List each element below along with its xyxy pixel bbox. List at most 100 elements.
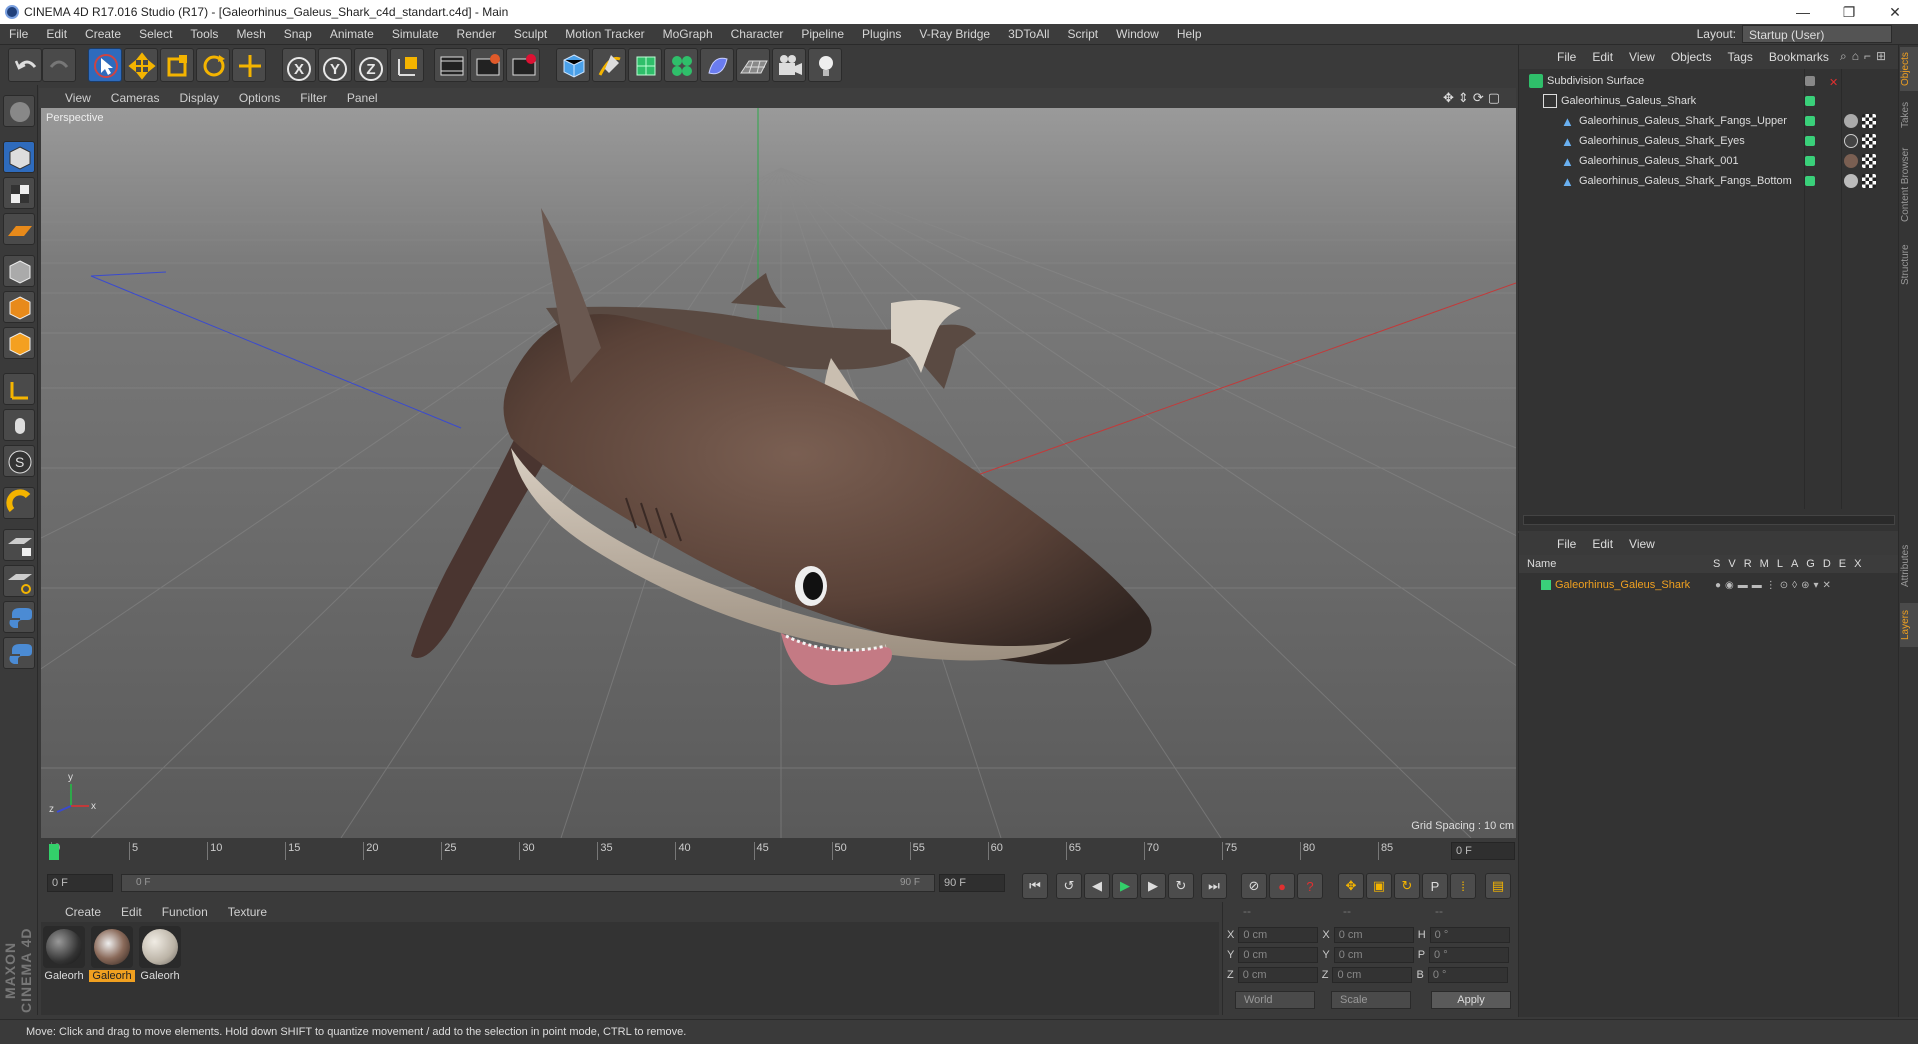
rot-p-field[interactable]: 0 °	[1429, 947, 1510, 963]
layer-color-swatch[interactable]	[1805, 116, 1815, 126]
disabled-x-icon[interactable]: ✕	[1829, 76, 1841, 89]
menu-pipeline[interactable]: Pipeline	[792, 27, 853, 41]
tab-attributes[interactable]: Attributes	[1900, 533, 1918, 599]
material-menu-function[interactable]: Function	[152, 905, 218, 919]
pos-z-field[interactable]: 0 cm	[1237, 967, 1318, 983]
cloner-icon[interactable]	[664, 48, 698, 82]
restore-button[interactable]: ❐	[1826, 0, 1872, 24]
menu-3dtoall[interactable]: 3DToAll	[999, 27, 1058, 41]
play-icon[interactable]: ▶	[1112, 873, 1138, 899]
camera-icon[interactable]	[772, 48, 806, 82]
rot-b-field[interactable]: 0 °	[1427, 967, 1508, 983]
light-icon[interactable]	[808, 48, 842, 82]
y-axis-lock-icon[interactable]: Y	[318, 48, 352, 82]
layer-color-swatch[interactable]	[1541, 580, 1551, 590]
key-pla-icon[interactable]: ⁞	[1450, 873, 1476, 899]
viewport-nav-icons[interactable]: ✥⇕⟳▢	[1443, 90, 1504, 106]
tree-row-shark-null[interactable]: Galeorhinus_Galeus_Shark	[1519, 91, 1899, 111]
start-frame-field[interactable]: 0 F	[47, 874, 113, 892]
menu-plugins[interactable]: Plugins	[853, 27, 910, 41]
pos-y-field[interactable]: 0 cm	[1238, 947, 1319, 963]
size-y-field[interactable]: 0 cm	[1333, 947, 1414, 963]
edges-mode-icon[interactable]	[3, 291, 35, 323]
viewport-menu-panel[interactable]: Panel	[337, 91, 388, 105]
layer-color-swatch[interactable]	[1805, 76, 1815, 86]
apply-button[interactable]: Apply	[1431, 991, 1511, 1009]
objects-menu-file[interactable]: File	[1549, 50, 1584, 64]
size-x-field[interactable]: 0 cm	[1333, 927, 1414, 943]
polygons-mode-icon[interactable]	[3, 327, 35, 359]
menu-motion-tracker[interactable]: Motion Tracker	[556, 27, 653, 41]
pos-x-field[interactable]: 0 cm	[1238, 927, 1319, 943]
end-frame-field[interactable]: 90 F	[939, 874, 1005, 892]
rot-h-field[interactable]: 0 °	[1429, 927, 1510, 943]
tab-structure[interactable]: Structure	[1900, 235, 1918, 295]
layers-menu-file[interactable]: File	[1549, 537, 1584, 551]
minimize-button[interactable]: —	[1780, 0, 1826, 24]
objects-horizontal-scrollbar[interactable]	[1523, 515, 1895, 525]
move-tool-icon[interactable]	[124, 48, 158, 82]
go-to-start-icon[interactable]: ⏮	[1022, 873, 1048, 899]
tab-layers[interactable]: Layers	[1900, 603, 1918, 647]
auto-key-icon[interactable]: ●	[1269, 873, 1295, 899]
coordinate-system-icon[interactable]	[390, 48, 424, 82]
scale-tool-icon[interactable]	[160, 48, 194, 82]
menu-window[interactable]: Window	[1107, 27, 1168, 41]
frame-range-slider[interactable]: 0 F 90 F	[121, 874, 935, 892]
menu-help[interactable]: Help	[1168, 27, 1211, 41]
menu-script[interactable]: Script	[1058, 27, 1107, 41]
menu-sculpt[interactable]: Sculpt	[505, 27, 556, 41]
material-menu-texture[interactable]: Texture	[218, 905, 277, 919]
previous-frame-icon[interactable]: ◀	[1084, 873, 1110, 899]
menu-mograph[interactable]: MoGraph	[654, 27, 722, 41]
menu-tools[interactable]: Tools	[181, 27, 227, 41]
tab-objects[interactable]: Objects	[1900, 47, 1918, 91]
record-keys-icon[interactable]: ⊘	[1241, 873, 1267, 899]
floor-icon[interactable]	[736, 48, 770, 82]
coord-system-dropdown[interactable]: World	[1235, 991, 1315, 1009]
layer-color-swatch[interactable]	[1805, 156, 1815, 166]
timeline-window-icon[interactable]: ▤	[1485, 873, 1511, 899]
next-frame-icon[interactable]: ▶	[1140, 873, 1166, 899]
viewport-menu-view[interactable]: View	[55, 91, 101, 105]
tree-row-eyes[interactable]: ▲ Galeorhinus_Galeus_Shark_Eyes	[1519, 131, 1899, 151]
layers-menu-edit[interactable]: Edit	[1584, 537, 1621, 551]
model-mode-icon[interactable]	[3, 141, 35, 173]
key-scale-icon[interactable]: ▣	[1366, 873, 1392, 899]
layer-col-locked[interactable]: L	[1777, 558, 1783, 570]
next-key-icon[interactable]: ↻	[1168, 873, 1194, 899]
menu-vray-bridge[interactable]: V-Ray Bridge	[910, 27, 999, 41]
menu-mesh[interactable]: Mesh	[227, 27, 274, 41]
timeline-ruler[interactable]: 051015202530354045505560657075808590 0 F	[41, 840, 1516, 862]
menu-snap[interactable]: Snap	[275, 27, 321, 41]
menu-edit[interactable]: Edit	[37, 27, 76, 41]
objects-menu-objects[interactable]: Objects	[1663, 50, 1720, 64]
key-rotation-icon[interactable]: ↻	[1394, 873, 1420, 899]
make-editable-icon[interactable]	[3, 95, 35, 127]
previous-key-icon[interactable]: ↺	[1056, 873, 1082, 899]
layout-dropdown[interactable]: Startup (User)	[1742, 25, 1892, 43]
cube-object-icon[interactable]	[556, 48, 590, 82]
python-script-icon[interactable]	[3, 601, 35, 633]
layer-flag-icons[interactable]: ●◉▬▬⋮⊙◊⊛▾✕	[1715, 580, 1835, 591]
layer-col-deformers[interactable]: D	[1823, 558, 1831, 570]
layer-row[interactable]: Galeorhinus_Galeus_Shark ●◉▬▬⋮⊙◊⊛▾✕	[1519, 575, 1899, 595]
keyframe-selection-icon[interactable]: ?	[1297, 873, 1323, 899]
undo-icon[interactable]	[8, 48, 42, 82]
menu-character[interactable]: Character	[722, 27, 793, 41]
layer-col-generators[interactable]: G	[1806, 558, 1815, 570]
viewport-menu-filter[interactable]: Filter	[290, 91, 337, 105]
layer-col-manager[interactable]: M	[1760, 558, 1769, 570]
close-button[interactable]: ✕	[1872, 0, 1918, 24]
rotate-tool-icon[interactable]	[196, 48, 230, 82]
points-mode-icon[interactable]	[3, 255, 35, 287]
texture-tag-icon[interactable]	[1862, 154, 1876, 168]
render-view-icon[interactable]	[434, 48, 468, 82]
perspective-viewport[interactable]: y x z	[41, 108, 1516, 838]
menu-animate[interactable]: Animate	[321, 27, 383, 41]
tree-row-fangs-upper[interactable]: ▲ Galeorhinus_Galeus_Shark_Fangs_Upper	[1519, 111, 1899, 131]
size-mode-dropdown[interactable]: Scale	[1331, 991, 1411, 1009]
objects-menu-edit[interactable]: Edit	[1584, 50, 1621, 64]
objects-menu-tags[interactable]: Tags	[1720, 50, 1761, 64]
material-tag-icon[interactable]	[1844, 174, 1858, 188]
